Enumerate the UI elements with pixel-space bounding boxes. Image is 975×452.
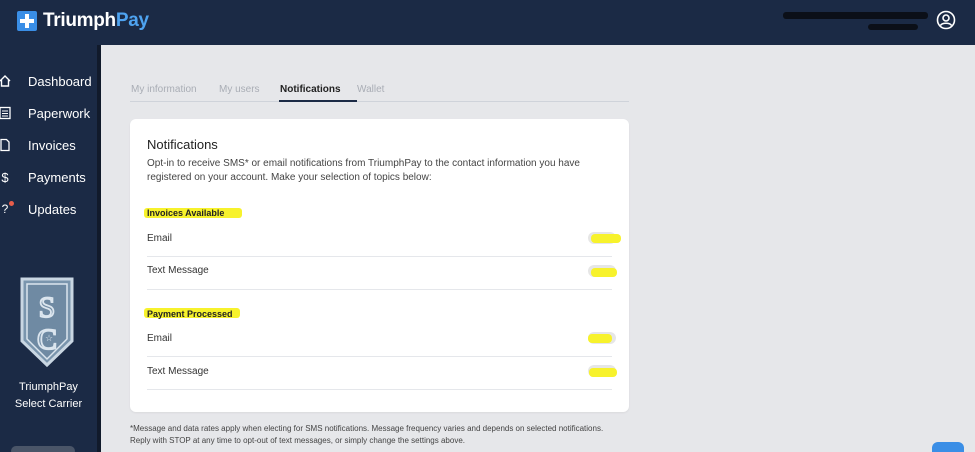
row-label-payment-text: Text Message (147, 366, 209, 377)
sidebar-item-label: Updates (28, 201, 77, 217)
tab-my-users[interactable]: My users (219, 84, 260, 95)
triumphpay-logo-icon (17, 11, 37, 31)
sidebar-edge (97, 45, 101, 452)
sidebar-item-paperwork[interactable]: Paperwork (0, 101, 97, 125)
tab-notifications[interactable]: Notifications (280, 84, 341, 95)
row-label-invoices-text: Text Message (147, 265, 209, 276)
triumphpay-logo[interactable]: TriumphPay (17, 10, 149, 32)
sidebar-item-label: Paperwork (28, 105, 91, 121)
tab-my-information[interactable]: My information (131, 84, 197, 95)
logo-text-main: Triumph (43, 10, 116, 31)
dollar-icon: $ (1, 169, 9, 185)
section-heading-payment-processed: Payment Processed (147, 309, 233, 319)
card-description: Opt-in to receive SMS* or email notifica… (147, 158, 580, 183)
sms-disclaimer: *Message and data rates apply when elect… (130, 424, 604, 445)
section-heading-invoices-available: Invoices Available (147, 208, 225, 218)
sidebar: Dashboard Paperwork Invoices $ Payments … (0, 45, 97, 452)
svg-text:S: S (39, 291, 56, 324)
sidebar-item-label: Invoices (28, 137, 76, 153)
sidebar-item-dashboard[interactable]: Dashboard (0, 69, 97, 93)
select-carrier-shield-icon: S C ☆ (20, 277, 74, 368)
notifications-card: Notifications Opt-in to receive SMS* or … (130, 119, 629, 412)
active-tab-indicator (279, 100, 357, 102)
top-bar: TriumphPay (0, 0, 975, 45)
settings-tabs: My information My users Notifications Wa… (130, 84, 629, 102)
sidebar-item-invoices[interactable]: Invoices (0, 133, 97, 157)
row-divider (147, 389, 612, 390)
file-icon (0, 138, 10, 152)
row-divider (147, 256, 612, 257)
user-circle-icon[interactable] (936, 10, 956, 30)
sidebar-item-label: Payments (28, 169, 86, 185)
row-label-payment-email: Email (147, 333, 173, 344)
sidebar-item-label: Dashboard (28, 73, 92, 89)
sidebar-item-updates[interactable]: ? Updates (0, 197, 97, 221)
row-divider (147, 356, 612, 357)
toggle-highlight (591, 268, 617, 277)
document-list-icon (0, 106, 11, 120)
home-icon (0, 75, 11, 87)
notification-badge (9, 201, 14, 206)
brand-line1: TriumphPay (19, 381, 78, 393)
card-title: Notifications (147, 137, 218, 152)
svg-text:☆: ☆ (45, 333, 53, 343)
sidebar-item-payments[interactable]: $ Payments (0, 165, 97, 189)
chat-button[interactable] (932, 442, 964, 452)
brand-line2: Select Carrier (14, 398, 83, 410)
toggle-highlight (589, 368, 617, 377)
redacted-account-name (783, 12, 928, 19)
redacted-account-detail (868, 24, 918, 30)
logo-text: TriumphPay (43, 10, 149, 32)
toggle-highlight (591, 234, 621, 243)
toggle-highlight (588, 334, 612, 343)
row-label-invoices-email: Email (147, 233, 173, 244)
logo-text-accent: Pay (115, 10, 149, 31)
sidebar-collapse-handle[interactable] (11, 446, 75, 452)
tab-wallet[interactable]: Wallet (357, 84, 384, 95)
row-divider (147, 289, 612, 290)
